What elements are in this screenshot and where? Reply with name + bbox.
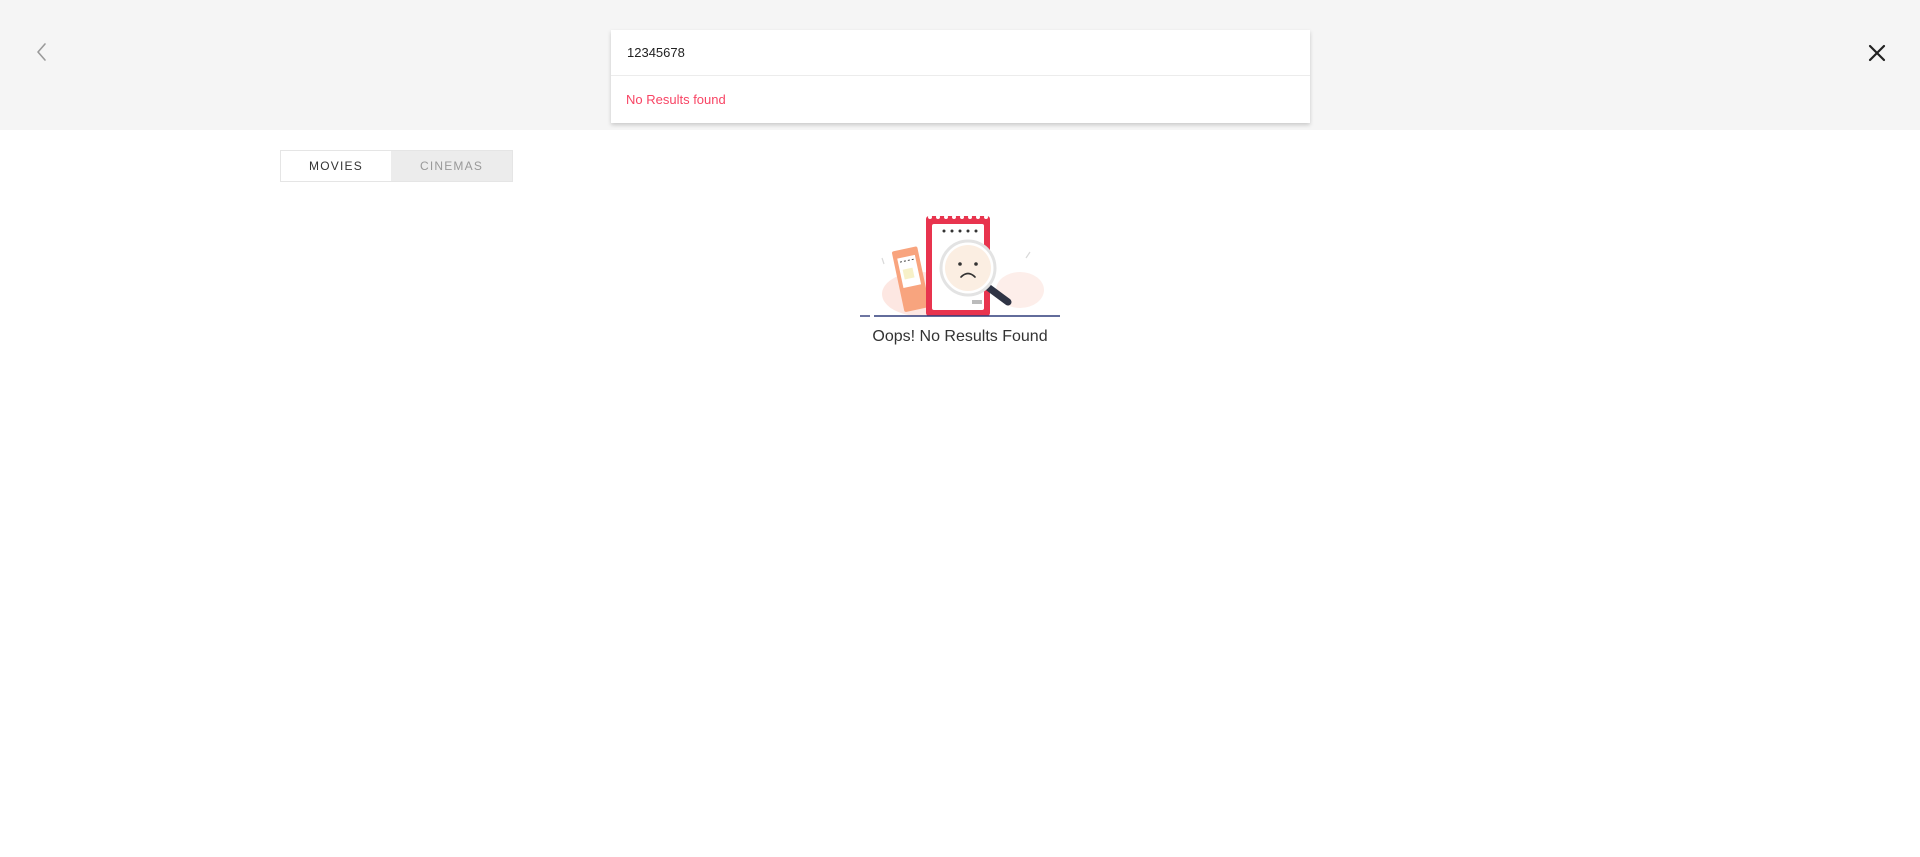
tab-movies[interactable]: MOVIES	[281, 151, 391, 181]
no-results-text: No Results found	[626, 92, 726, 107]
back-button[interactable]	[30, 40, 54, 64]
tab-cinemas[interactable]: CINEMAS	[391, 151, 512, 181]
search-box: No Results found	[611, 30, 1310, 123]
tab-cinemas-label: CINEMAS	[419, 159, 484, 173]
search-tabs: MOVIES CINEMAS	[280, 150, 513, 182]
search-dropdown-no-results: No Results found	[611, 76, 1310, 123]
close-button[interactable]	[1864, 40, 1890, 66]
chevron-left-icon	[37, 43, 46, 61]
empty-state	[860, 214, 1060, 318]
tab-movies-label: MOVIES	[309, 159, 363, 173]
no-results-message: Oops! No Results Found	[872, 328, 1048, 345]
search-input[interactable]	[611, 30, 1310, 75]
close-icon	[1868, 44, 1886, 62]
ticket-magnifier-sad-face-illustration	[860, 215, 1060, 317]
